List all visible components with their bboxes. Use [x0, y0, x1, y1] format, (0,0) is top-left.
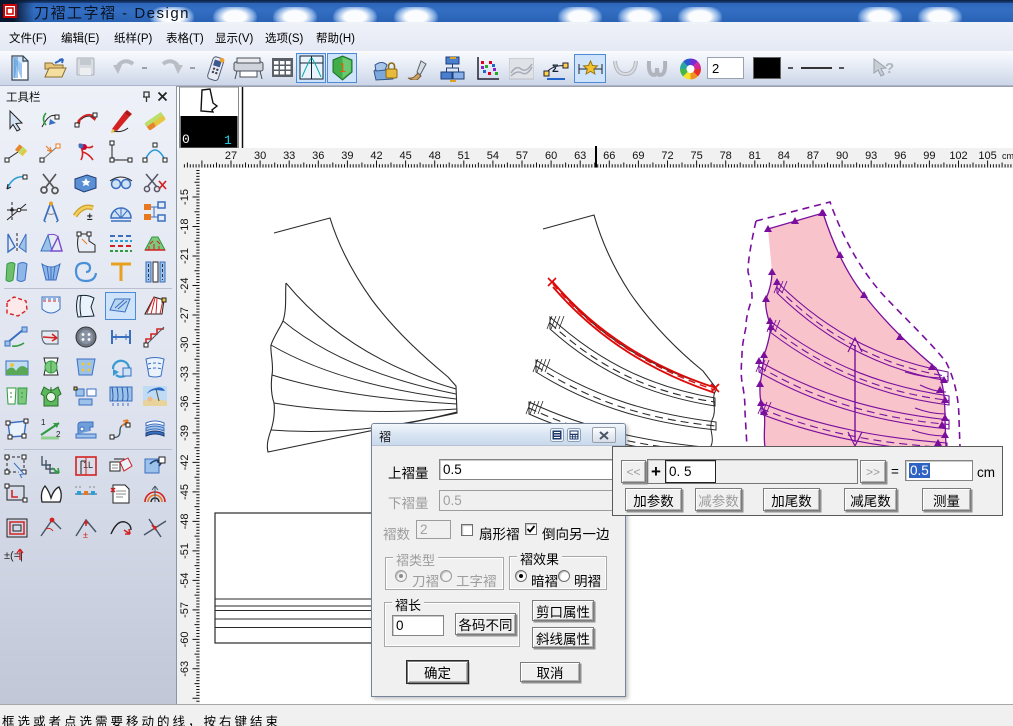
- svg-text:60: 60: [545, 150, 557, 162]
- svg-text:-63: -63: [179, 661, 191, 677]
- svg-text:75: 75: [690, 150, 702, 162]
- svg-text:-60: -60: [179, 631, 191, 647]
- svg-text:81: 81: [749, 150, 761, 162]
- svg-text:96: 96: [894, 150, 906, 162]
- svg-text:102: 102: [949, 150, 967, 162]
- svg-text:?: ?: [885, 60, 894, 77]
- svg-text:105: 105: [978, 150, 996, 162]
- svg-text:-57: -57: [179, 602, 191, 618]
- svg-text:±: ±: [83, 530, 88, 540]
- svg-text:-18: -18: [179, 219, 191, 235]
- svg-text:27: 27: [225, 150, 237, 162]
- svg-text:-45: -45: [179, 484, 191, 500]
- svg-text:39: 39: [341, 150, 353, 162]
- svg-text:-54: -54: [179, 572, 191, 588]
- svg-text:-51: -51: [179, 543, 191, 559]
- svg-text:48: 48: [429, 150, 441, 162]
- svg-text:0: 0: [182, 132, 190, 147]
- svg-text:-33: -33: [179, 366, 191, 382]
- svg-text:66: 66: [603, 150, 615, 162]
- svg-text:-30: -30: [179, 336, 191, 352]
- svg-text:1L: 1L: [83, 460, 93, 470]
- svg-text:-39: -39: [179, 425, 191, 441]
- svg-text:1: 1: [41, 418, 46, 427]
- svg-text:33: 33: [283, 150, 295, 162]
- svg-text:2: 2: [56, 430, 61, 439]
- svg-text:45: 45: [399, 150, 411, 162]
- svg-text:51: 51: [458, 150, 470, 162]
- svg-text:30: 30: [254, 150, 266, 162]
- svg-text:1: 1: [339, 60, 346, 75]
- svg-text:78: 78: [720, 150, 732, 162]
- svg-text:cm: cm: [1002, 151, 1013, 161]
- svg-text:-15: -15: [179, 189, 191, 205]
- svg-text:Σ: Σ: [552, 63, 559, 75]
- svg-text:-24: -24: [179, 278, 191, 294]
- svg-text:-21: -21: [179, 248, 191, 264]
- svg-text:±: ±: [87, 212, 93, 223]
- svg-text:1: 1: [224, 133, 232, 148]
- svg-text:42: 42: [370, 150, 382, 162]
- svg-text:-36: -36: [179, 395, 191, 411]
- svg-text:99: 99: [923, 150, 935, 162]
- svg-text:36: 36: [312, 150, 324, 162]
- svg-text:54: 54: [487, 150, 499, 162]
- svg-text:87: 87: [807, 150, 819, 162]
- svg-text:-27: -27: [179, 307, 191, 323]
- svg-text:-42: -42: [179, 454, 191, 470]
- svg-text:57: 57: [516, 150, 528, 162]
- svg-text:93: 93: [865, 150, 877, 162]
- svg-text:72: 72: [661, 150, 673, 162]
- svg-text:90: 90: [836, 150, 848, 162]
- svg-text:69: 69: [632, 150, 644, 162]
- svg-text:84: 84: [778, 150, 790, 162]
- svg-text:63: 63: [574, 150, 586, 162]
- svg-text:-48: -48: [179, 513, 191, 529]
